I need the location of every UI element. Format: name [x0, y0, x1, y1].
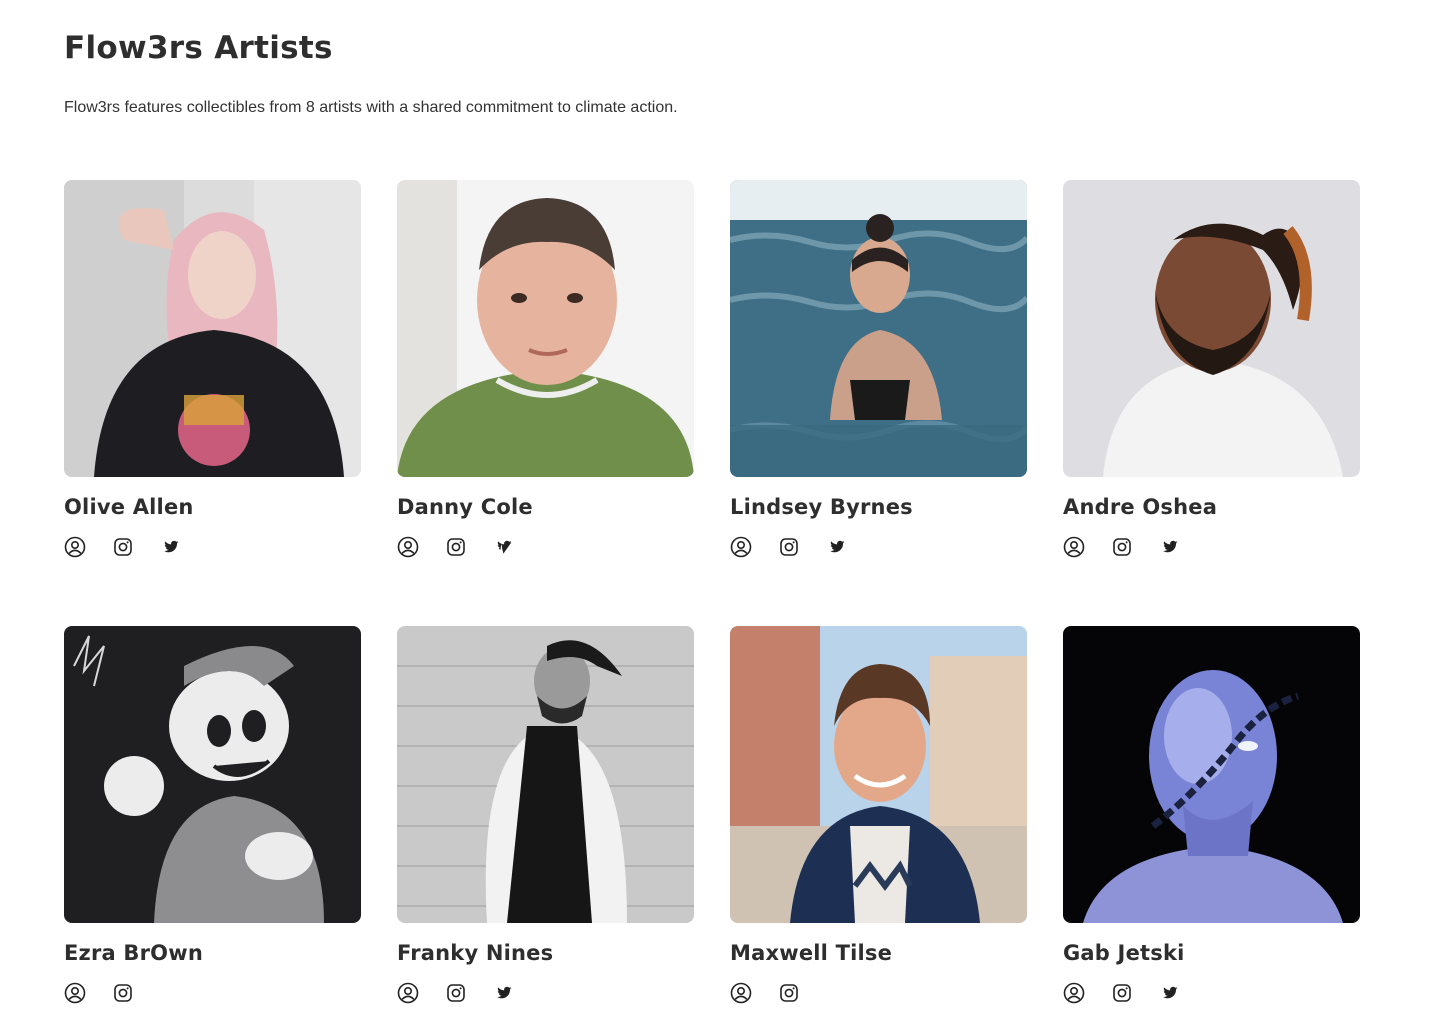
twitter-icon[interactable]: [160, 536, 182, 558]
profile-icon[interactable]: [730, 982, 752, 1004]
artist-photo[interactable]: [397, 626, 694, 923]
twitter-icon[interactable]: [493, 536, 515, 558]
artist-card[interactable]: Lindsey Byrnes: [730, 180, 1027, 626]
twitter-icon[interactable]: [826, 536, 848, 558]
artist-card[interactable]: Gab Jetski: [1063, 626, 1360, 1032]
instagram-icon[interactable]: [778, 536, 800, 558]
profile-icon[interactable]: [1063, 982, 1085, 1004]
social-links: [730, 982, 800, 1004]
twitter-icon[interactable]: [493, 982, 515, 1004]
social-links: [397, 982, 515, 1004]
profile-icon[interactable]: [1063, 536, 1085, 558]
social-links: [64, 982, 134, 1004]
social-links: [730, 536, 848, 558]
artist-name[interactable]: Olive Allen: [64, 493, 194, 521]
artist-photo[interactable]: [1063, 626, 1360, 923]
artist-grid: Olive Allen Danny Cole Lindsey Byrnes An…: [64, 180, 1360, 1032]
profile-icon[interactable]: [730, 536, 752, 558]
artist-card[interactable]: Franky Nines: [397, 626, 694, 1032]
artist-photo[interactable]: [64, 180, 361, 477]
artist-photo[interactable]: [1063, 180, 1360, 477]
social-links: [397, 536, 515, 558]
profile-icon[interactable]: [64, 982, 86, 1004]
artist-photo[interactable]: [730, 626, 1027, 923]
social-links: [1063, 536, 1181, 558]
instagram-icon[interactable]: [778, 982, 800, 1004]
artist-card[interactable]: Ezra BrOwn: [64, 626, 361, 1032]
social-links: [1063, 982, 1181, 1004]
artist-name[interactable]: Lindsey Byrnes: [730, 493, 913, 521]
profile-icon[interactable]: [397, 536, 419, 558]
profile-icon[interactable]: [64, 536, 86, 558]
page-title: Flow3rs Artists: [64, 30, 333, 66]
instagram-icon[interactable]: [445, 536, 467, 558]
instagram-icon[interactable]: [112, 982, 134, 1004]
artist-name[interactable]: Maxwell Tilse: [730, 939, 892, 967]
artist-photo[interactable]: [64, 626, 361, 923]
twitter-icon[interactable]: [1159, 536, 1181, 558]
artist-name[interactable]: Danny Cole: [397, 493, 533, 521]
artist-name[interactable]: Andre Oshea: [1063, 493, 1217, 521]
twitter-icon[interactable]: [1159, 982, 1181, 1004]
instagram-icon[interactable]: [1111, 982, 1133, 1004]
artist-name[interactable]: Gab Jetski: [1063, 939, 1185, 967]
artist-card[interactable]: Danny Cole: [397, 180, 694, 626]
social-links: [64, 536, 182, 558]
artist-name[interactable]: Franky Nines: [397, 939, 553, 967]
artist-photo[interactable]: [730, 180, 1027, 477]
instagram-icon[interactable]: [112, 536, 134, 558]
artist-card[interactable]: Olive Allen: [64, 180, 361, 626]
artist-name[interactable]: Ezra BrOwn: [64, 939, 203, 967]
instagram-icon[interactable]: [445, 982, 467, 1004]
instagram-icon[interactable]: [1111, 536, 1133, 558]
artist-card[interactable]: Andre Oshea: [1063, 180, 1360, 626]
artist-photo[interactable]: [397, 180, 694, 477]
profile-icon[interactable]: [397, 982, 419, 1004]
page-subtitle: Flow3rs features collectibles from 8 art…: [64, 99, 678, 116]
artist-card[interactable]: Maxwell Tilse: [730, 626, 1027, 1032]
